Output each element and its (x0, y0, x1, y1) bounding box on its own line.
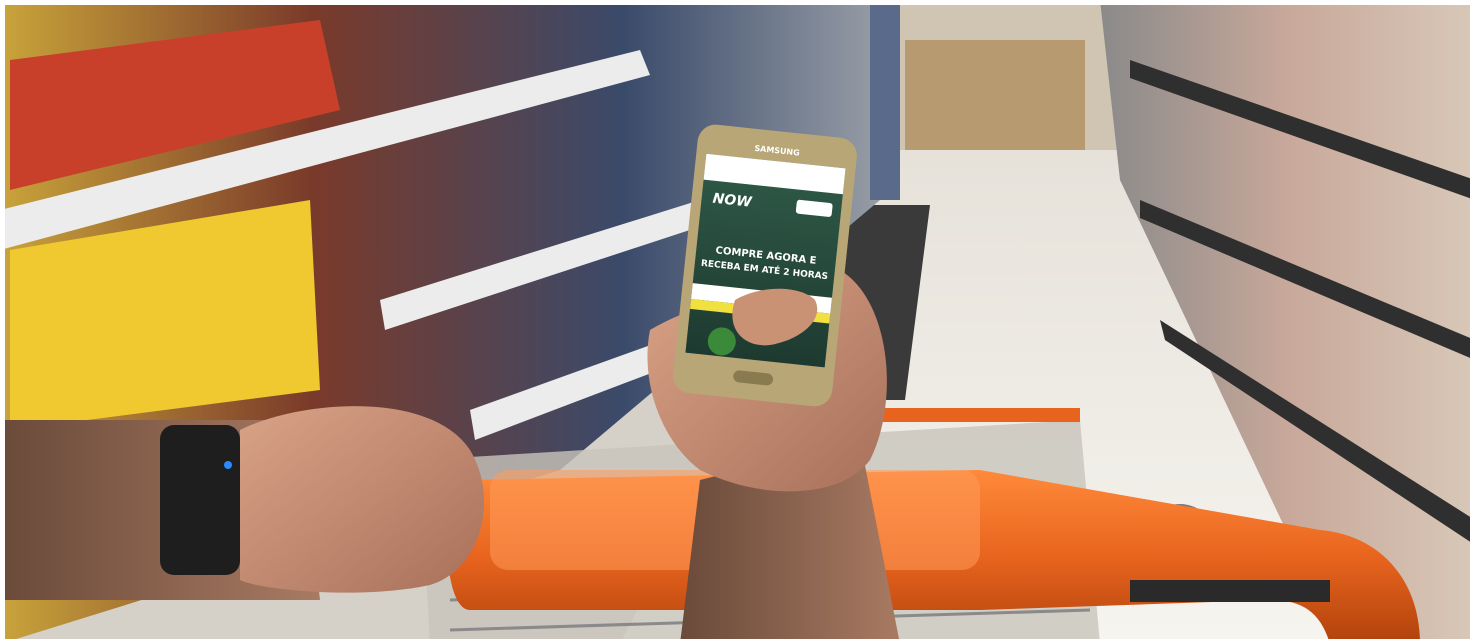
supermarket-photo: SAMSUNG NOW Ligue COMPRE AGORA E RECEBA … (0, 0, 1475, 644)
cart-handle-grip (1130, 580, 1330, 602)
back-boxes (905, 40, 1085, 150)
smartphone: SAMSUNG NOW Ligue COMPRE AGORA E RECEBA … (673, 124, 857, 407)
wristwatch (160, 425, 240, 575)
watch-led (224, 461, 232, 469)
shelf-divider (870, 0, 900, 200)
cart-top-rail (880, 408, 1080, 422)
left-hand (240, 406, 485, 593)
